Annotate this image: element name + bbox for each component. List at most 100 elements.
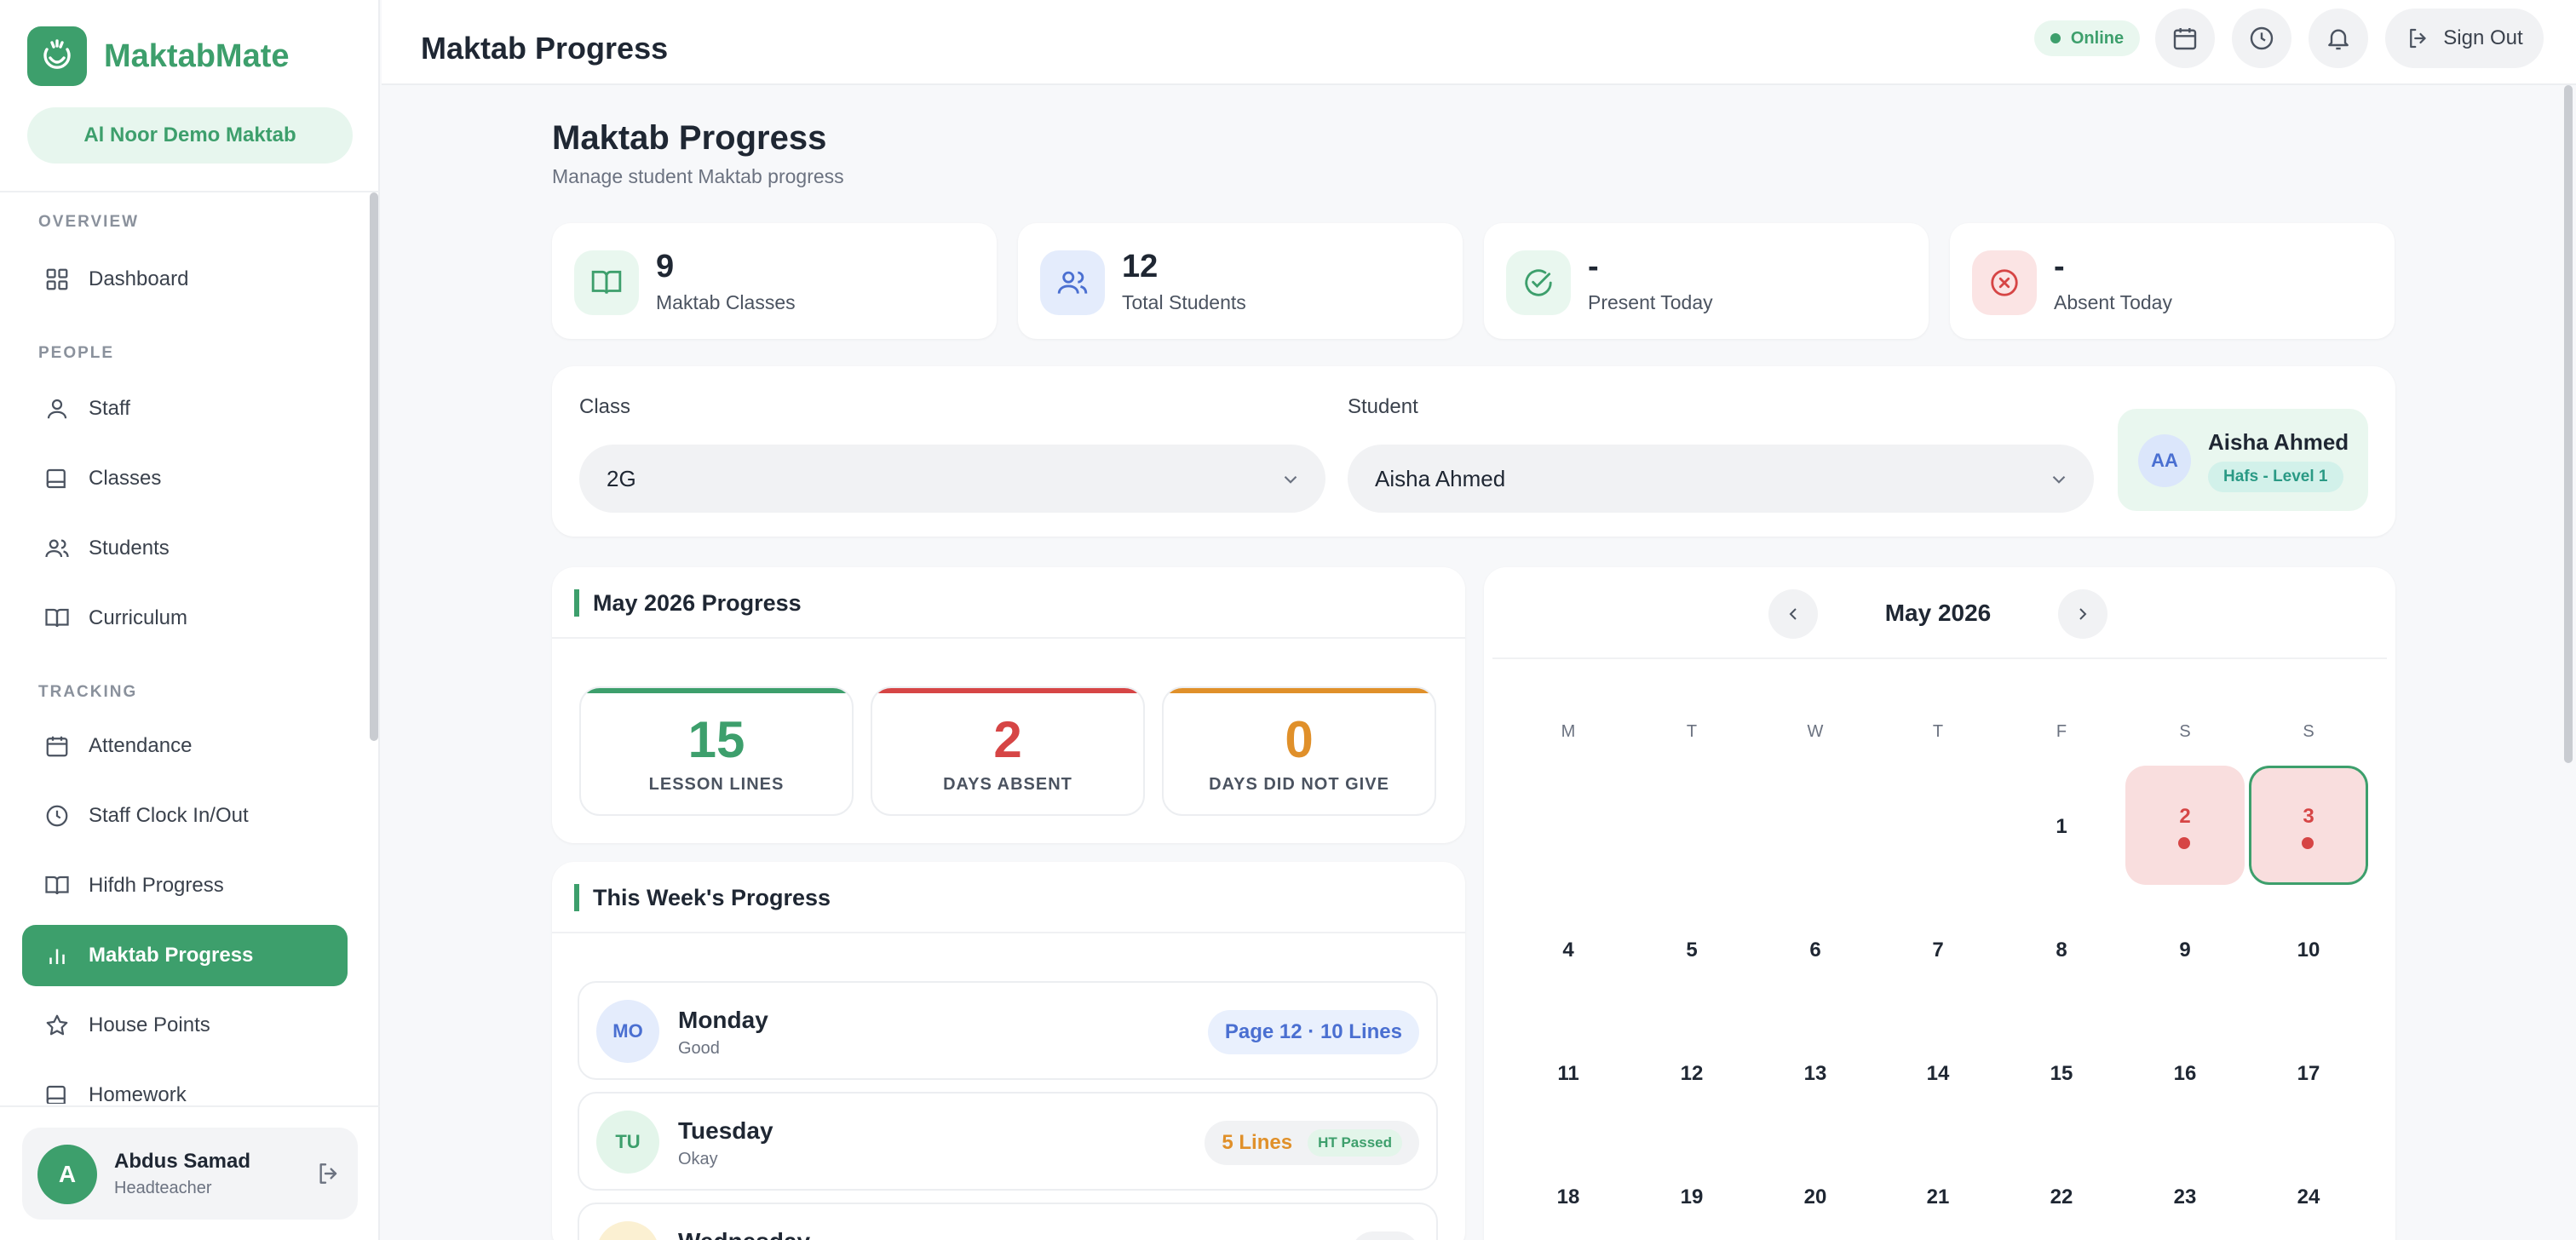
star-icon	[43, 1011, 72, 1040]
calendar-day[interactable]: 21	[1878, 1136, 1998, 1240]
sidebar-item-hifdh-progress[interactable]: Hifdh Progress	[22, 855, 348, 916]
sidebar-item-homework[interactable]: Homework	[22, 1065, 348, 1104]
calendar-day-number: 1	[2056, 815, 2067, 838]
users-icon	[1040, 250, 1105, 315]
progress-pill-text: Page 12 · 10 Lines	[1224, 1020, 1402, 1043]
sign-out-button[interactable]: Sign Out	[2385, 9, 2544, 68]
open-book-icon	[43, 604, 72, 633]
metric-label: DAYS DID NOT GIVE	[1209, 775, 1389, 794]
sidebar-item-label: Dashboard	[89, 267, 189, 290]
sidebar-item-house-points[interactable]: House Points	[22, 995, 348, 1056]
calendar-day[interactable]: 14	[1878, 1013, 1998, 1132]
sidebar-item-curriculum[interactable]: Curriculum	[22, 588, 348, 649]
calendar-button[interactable]	[2155, 9, 2215, 68]
calendar-day-number: 9	[2179, 939, 2191, 962]
calendar-day[interactable]: 24	[2249, 1136, 2368, 1240]
calendar-day[interactable]: 20	[1756, 1136, 1875, 1240]
calendar-day[interactable]: 9	[2125, 889, 2245, 1008]
month-progress-panel: May 2026 Progress 15 LESSON LINES 2 DAYS…	[552, 567, 1465, 843]
calendar-day-number: 17	[2297, 1062, 2320, 1085]
top-bar-title: Maktab Progress	[421, 31, 669, 66]
maktab-logo-icon	[27, 26, 87, 86]
calendar-day[interactable]: 4	[1509, 889, 1628, 1008]
calendar-day[interactable]: 17	[2249, 1013, 2368, 1132]
filter-card: Class 2G Student Aisha Ahmed AA Aisha Ah…	[552, 366, 2395, 537]
progress-pill: 5 Lines HT Passed	[1205, 1121, 1419, 1165]
sidebar-item-label: House Points	[89, 1013, 210, 1036]
book-icon	[43, 464, 72, 493]
user-card[interactable]: A Abdus Samad Headteacher	[22, 1128, 358, 1220]
week-day-row[interactable]: MO Monday Good Page 12 · 10 Lines	[578, 981, 1438, 1080]
metric-label: LESSON LINES	[648, 775, 785, 794]
weekday-label: S	[2303, 722, 2314, 741]
top-bar: Maktab Progress Online Sign Out	[382, 0, 2576, 85]
calendar-day[interactable]: 19	[1632, 1136, 1751, 1240]
calendar-day[interactable]: 12	[1632, 1013, 1751, 1132]
brand[interactable]: MaktabMate	[27, 26, 290, 87]
week-day-row[interactable]: WE Wednesday	[578, 1203, 1438, 1240]
calendar-day[interactable]: 18	[1509, 1136, 1628, 1240]
sidebar-item-staff-clock[interactable]: Staff Clock In/Out	[22, 785, 348, 847]
class-select[interactable]: 2G	[579, 445, 1325, 513]
user-icon	[43, 394, 72, 423]
next-month-button[interactable]	[2058, 589, 2107, 639]
calendar-day[interactable]: 16	[2125, 1013, 2245, 1132]
stat-label: Maktab Classes	[656, 291, 796, 313]
sidebar-item-label: Maktab Progress	[89, 944, 254, 967]
sidebar-item-label: Staff	[89, 397, 130, 420]
calendar-day[interactable]: 2	[2125, 766, 2245, 885]
metric-accent	[872, 688, 1143, 693]
org-selector[interactable]: Al Noor Demo Maktab	[27, 107, 353, 164]
metric-lesson-lines: 15 LESSON LINES	[579, 686, 854, 816]
notifications-button[interactable]	[2309, 9, 2368, 68]
logout-icon[interactable]	[315, 1160, 342, 1187]
sidebar-item-attendance[interactable]: Attendance	[22, 715, 348, 777]
calendar-day[interactable]: 11	[1509, 1013, 1628, 1132]
student-select[interactable]: Aisha Ahmed	[1348, 445, 2094, 513]
calendar-day[interactable]: 23	[2125, 1136, 2245, 1240]
week-day-row[interactable]: TU Tuesday Okay 5 Lines HT Passed	[578, 1092, 1438, 1191]
calendar-day[interactable]: 6	[1756, 889, 1875, 1008]
user-role: Headteacher	[114, 1179, 212, 1197]
sidebar-item-maktab-progress[interactable]: Maktab Progress	[22, 925, 348, 986]
page-subtitle: Manage student Maktab progress	[552, 165, 844, 187]
clock-button[interactable]	[2232, 9, 2291, 68]
calendar-day[interactable]: 5	[1632, 889, 1751, 1008]
weekday-label: T	[1686, 722, 1698, 741]
class-label: Class	[579, 395, 631, 418]
calendar-day-number: 12	[1680, 1062, 1704, 1085]
weekday-label: W	[1807, 722, 1824, 741]
weekday-label: M	[1561, 722, 1576, 741]
main-scrollbar[interactable]	[2564, 85, 2573, 763]
prev-month-button[interactable]	[1768, 589, 1818, 639]
student-select-value: Aisha Ahmed	[1375, 465, 1506, 491]
calendar-day[interactable]: 1	[2002, 766, 2121, 885]
calendar-day-number: 7	[1932, 939, 1944, 962]
sidebar-scrollbar[interactable]	[370, 192, 378, 741]
calendar-day[interactable]: 3	[2249, 766, 2368, 885]
calendar-day[interactable]: 8	[2002, 889, 2121, 1008]
stat-value: 9	[656, 249, 675, 284]
sidebar-item-dashboard[interactable]: Dashboard	[22, 249, 348, 310]
calendar-day[interactable]: 13	[1756, 1013, 1875, 1132]
metric-value: 2	[993, 711, 1022, 768]
sidebar-item-staff[interactable]: Staff	[22, 378, 348, 439]
stat-card-present: - Present Today	[1484, 223, 1929, 339]
calendar-day[interactable]: 10	[2249, 889, 2368, 1008]
calendar-day-number: 3	[2303, 805, 2314, 828]
avatar: AA	[2138, 434, 2191, 487]
calendar-day[interactable]: 7	[1878, 889, 1998, 1008]
calendar-day[interactable]: 22	[2002, 1136, 2121, 1240]
calendar-day-number: 13	[1803, 1062, 1827, 1085]
sidebar-item-classes[interactable]: Classes	[22, 448, 348, 509]
class-select-value: 2G	[607, 465, 636, 491]
calendar-day[interactable]: 15	[2002, 1013, 2121, 1132]
day-name: Monday	[678, 1007, 768, 1033]
day-quality: Okay	[678, 1150, 718, 1168]
metric-accent	[1164, 688, 1435, 693]
sidebar-item-students[interactable]: Students	[22, 518, 348, 579]
section-label-people: PEOPLE	[38, 344, 115, 362]
metric-value: 15	[687, 711, 745, 768]
level-badge: Hafs - Level 1	[2208, 462, 2343, 492]
stat-card-classes: 9 Maktab Classes	[552, 223, 997, 339]
